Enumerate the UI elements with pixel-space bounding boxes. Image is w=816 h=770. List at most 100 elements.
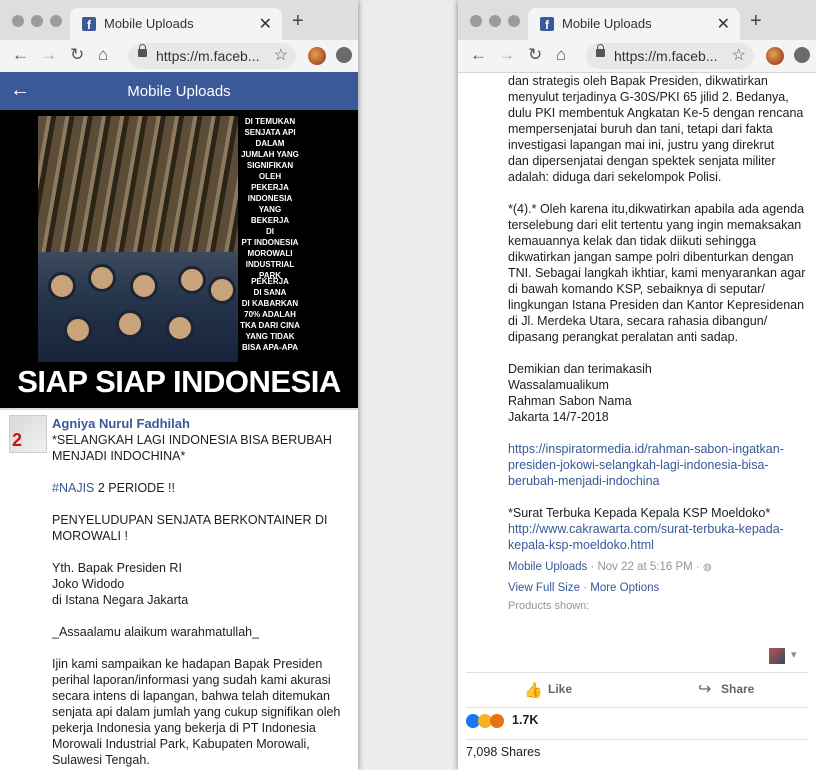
post-text-line: Yth. Bapak Presiden RI <box>52 561 182 575</box>
share-button[interactable]: Share <box>721 682 754 696</box>
post-text-line: adalah: diduga dari sekelompok Polisi. <box>508 170 722 184</box>
post-photo[interactable]: DI TEMUKAN SENJATA API DALAM JUMLAH YANG S… <box>0 110 358 408</box>
home-icon[interactable]: ⌂ <box>98 45 108 65</box>
post-text-line: mempersenjatai buruh dan tani, tetapi da… <box>508 122 773 136</box>
post-text-line: #NAJIS 2 PERIODE !! <box>52 481 175 495</box>
photo-workers-image <box>38 252 238 362</box>
viewer-avatar[interactable] <box>769 648 785 664</box>
like-button[interactable]: Like <box>548 682 572 696</box>
post-text-line: Sulawesi Tengah. <box>52 753 150 767</box>
extension-download-icon[interactable] <box>794 47 810 63</box>
browser-toolbar: ← → ↻ ⌂ https://m.faceb... ☆ <box>458 40 816 73</box>
browser-window-left: f Mobile Uploads ✕ + ← → ↻ ⌂ https://m.f… <box>0 0 358 770</box>
article-link[interactable]: http://www.cakrawarta.com/surat-terbuka-… <box>508 522 784 536</box>
maximize-window-button[interactable] <box>50 15 62 27</box>
post-text-line: dan dipersenjatai dengan spektek senjata… <box>508 154 776 168</box>
post-text-line: Demikian dan terimakasih <box>508 362 652 376</box>
back-icon[interactable]: ← <box>12 45 29 65</box>
post-text-line: perihal laporan/informasi yang sudah kam… <box>52 673 331 687</box>
article-link[interactable]: berubah-menjadi-indochina <box>508 474 660 488</box>
tab-close-icon[interactable]: ✕ <box>717 14 730 34</box>
maximize-window-button[interactable] <box>508 15 520 27</box>
post-text-line: TNI. Sebagai langkah ikhtiar, kami menya… <box>508 266 806 280</box>
new-tab-icon[interactable]: + <box>750 10 762 33</box>
post-text-line: PENYELUDUPAN SENJATA BERKONTAINER DI <box>52 513 328 527</box>
facebook-favicon-icon: f <box>540 17 554 31</box>
avatar-badge: 2 <box>12 430 23 450</box>
post-text-line: MENJADI INDOCHINA* <box>52 449 186 463</box>
post-text-line: Wassalamualikum <box>508 378 609 392</box>
more-options-link[interactable]: More Options <box>590 582 659 594</box>
angry-reaction-icon <box>490 714 504 728</box>
minimize-window-button[interactable] <box>489 15 501 27</box>
article-link[interactable]: kepala-ksp-moeldoko.html <box>508 538 654 552</box>
header-title: Mobile Uploads <box>127 83 231 100</box>
url-text: https://m.faceb... <box>156 48 260 64</box>
photo-title: SIAP SIAP INDONESIA <box>17 364 341 399</box>
post-text-line: di bawah komando KSP, sebaiknya di seput… <box>508 282 765 296</box>
author-name[interactable]: Agniya Nurul Fadhilah <box>52 416 190 431</box>
hashtag-link[interactable]: #NAJIS <box>52 481 94 495</box>
reaction-count[interactable]: 1.7K <box>512 713 538 727</box>
new-tab-icon[interactable]: + <box>292 10 304 33</box>
home-icon[interactable]: ⌂ <box>556 45 566 65</box>
extension-avatar-icon[interactable] <box>766 47 784 65</box>
extension-download-icon[interactable] <box>336 47 352 63</box>
author-avatar[interactable]: 2 <box>9 415 47 453</box>
article-link[interactable]: https://inspiratormedia.id/rahman-sabon-… <box>508 442 784 456</box>
like-icon[interactable]: 👍 <box>524 681 543 699</box>
post-text-line: kemauannya kelak dan tidak diikuti sehin… <box>508 234 757 248</box>
post-text-line: dikwatirkan jangan sampe polri dibenturk… <box>508 250 794 264</box>
post-text-line: Jakarta 14/7-2018 <box>508 410 609 424</box>
tab-title: Mobile Uploads <box>562 16 652 31</box>
close-window-button[interactable] <box>12 15 24 27</box>
bookmark-star-icon[interactable]: ☆ <box>732 45 746 65</box>
post-options: View Full Size · More Options <box>508 582 660 594</box>
bookmark-star-icon[interactable]: ☆ <box>274 45 288 65</box>
photo-overlay-text-top: DI TEMUKAN SENJATA API DALAM JUMLAH YANG S… <box>241 117 299 280</box>
browser-window-right: f Mobile Uploads ✕ + ← → ↻ ⌂ https://m.f… <box>458 0 816 770</box>
share-count[interactable]: 7,098 Shares <box>466 745 540 759</box>
post-text-line: Morowali Industrial Park, Kabupaten Moro… <box>52 737 310 751</box>
facebook-header: ← Mobile Uploads <box>0 72 358 110</box>
minimize-window-button[interactable] <box>31 15 43 27</box>
article-link[interactable]: presiden-jokowi-selangkah-lagi-indonesia… <box>508 458 769 472</box>
post-text-line: Ijin kami sampaikan ke hadapan Bapak Pre… <box>52 657 323 671</box>
action-bar: 👍 Like ↪ Share <box>466 672 808 708</box>
post-text-line: *Surat Terbuka Kepada Kepala KSP Moeldok… <box>508 506 771 520</box>
photo-rifles-image <box>38 116 238 252</box>
chevron-down-icon[interactable]: ▾ <box>791 648 797 661</box>
post-text-line: senjata api dalam jumlah yang cukup sign… <box>52 705 341 719</box>
close-window-button[interactable] <box>470 15 482 27</box>
lock-icon <box>138 44 147 57</box>
extension-avatar-icon[interactable] <box>308 47 326 65</box>
divider <box>466 739 808 740</box>
post-text-line: pekerja Indonesia yang bekerja di PT Ind… <box>52 721 316 735</box>
forward-icon[interactable]: → <box>498 45 515 65</box>
post-text-line: lingkungan Istana Presiden dan Kantor Ke… <box>508 298 805 312</box>
reload-icon[interactable]: ↻ <box>70 45 84 65</box>
browser-tab[interactable]: f Mobile Uploads ✕ <box>528 8 740 40</box>
title-bar: f Mobile Uploads ✕ + <box>0 0 358 40</box>
url-text: https://m.faceb... <box>614 48 718 64</box>
album-link[interactable]: Mobile Uploads <box>508 561 587 573</box>
tab-close-icon[interactable]: ✕ <box>259 14 272 34</box>
post-text-line: Joko Widodo <box>52 577 125 591</box>
back-icon[interactable]: ← <box>470 45 487 65</box>
post-text-line: investigasi lapangan mai ini, justru yan… <box>508 138 775 152</box>
browser-tab[interactable]: f Mobile Uploads ✕ <box>70 8 282 40</box>
address-bar[interactable]: https://m.faceb... ☆ <box>128 43 296 69</box>
title-bar: f Mobile Uploads ✕ + <box>458 0 816 40</box>
post-text-line: *SELANGKAH LAGI INDONESIA BISA BERUBAH <box>52 433 332 447</box>
address-bar[interactable]: https://m.faceb... ☆ <box>586 43 754 69</box>
divider <box>0 408 358 410</box>
facebook-favicon-icon: f <box>82 17 96 31</box>
forward-icon[interactable]: → <box>40 45 57 65</box>
post-text-line: di Istana Negara Jakarta <box>52 593 189 607</box>
reload-icon[interactable]: ↻ <box>528 45 542 65</box>
post-text-line: *(4).* Oleh karena itu,dikwatirkan apabi… <box>508 202 805 216</box>
share-icon[interactable]: ↪ <box>698 679 711 699</box>
view-full-size-link[interactable]: View Full Size <box>508 582 580 594</box>
post-text-line: menyulut terjadinya G-30S/PKI 65 jilid 2… <box>508 90 789 104</box>
post-date: · Nov 22 at 5:16 PM · <box>587 561 700 573</box>
